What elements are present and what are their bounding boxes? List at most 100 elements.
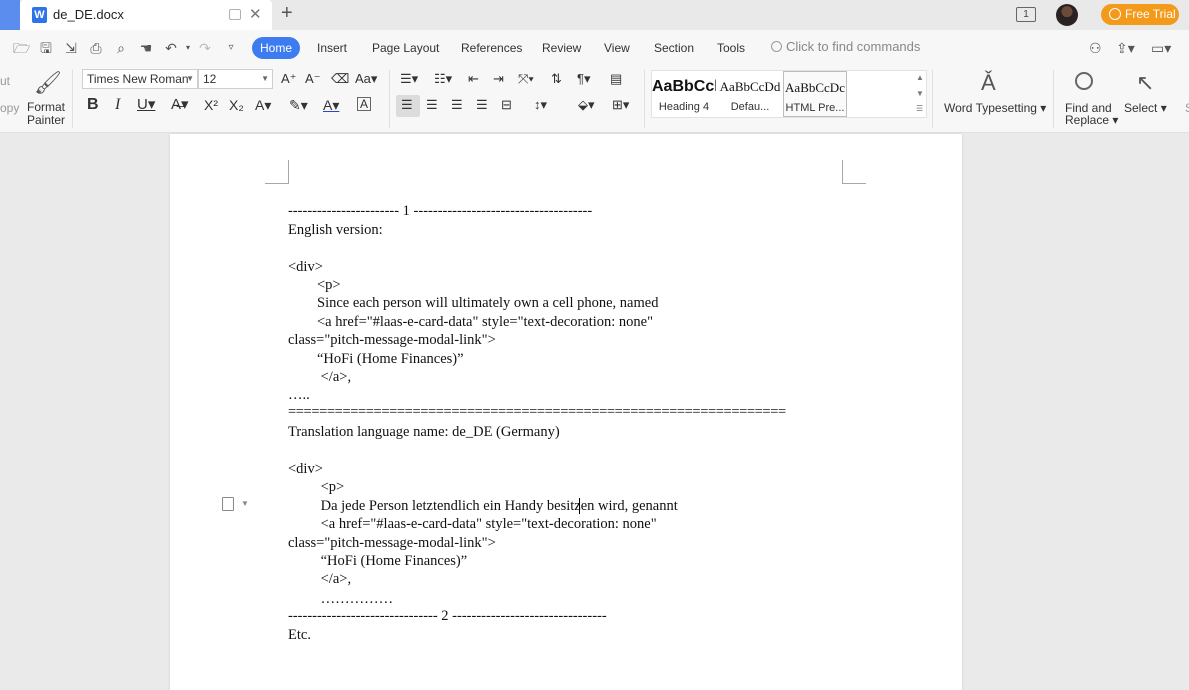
tabs-ruler-icon[interactable]: ▤	[610, 71, 622, 87]
user-avatar[interactable]	[1056, 4, 1078, 26]
decrease-indent-icon[interactable]: ⇤	[468, 71, 479, 87]
sort-icon[interactable]: ⇅	[551, 71, 562, 87]
justify-icon[interactable]: ☰	[476, 97, 488, 113]
share-user-icon[interactable]: ⚇	[1089, 40, 1102, 57]
new-tab-plus-icon[interactable]: +	[281, 2, 293, 25]
italic-icon[interactable]: I	[115, 97, 120, 113]
free-trial-button[interactable]: Free Trial	[1101, 4, 1179, 25]
styles-expand-icon[interactable]: ☰	[916, 104, 923, 113]
undo-icon[interactable]: ↶	[163, 40, 179, 56]
borders-icon[interactable]: ⊞▾	[612, 97, 629, 113]
doc-line[interactable]: Etc.	[288, 626, 311, 644]
doc-line[interactable]: “HoFi (Home Finances)”	[288, 552, 468, 570]
doc-line[interactable]: Translation language name: de_DE (German…	[288, 423, 560, 441]
doc-line[interactable]: ========================================…	[288, 403, 786, 421]
menu-home[interactable]: Home	[252, 37, 300, 59]
doc-line[interactable]: <div>	[288, 460, 323, 478]
align-right-icon[interactable]: ☰	[451, 97, 463, 113]
float-window-icon[interactable]	[229, 9, 241, 20]
cut-label-partial[interactable]: ut	[0, 74, 10, 88]
highlight-icon[interactable]: ✎▾	[289, 97, 308, 113]
doc-line[interactable]: class="pitch-message-modal-link">	[288, 534, 496, 552]
doc-line[interactable]: <p>	[288, 478, 345, 496]
font-name-select[interactable]: Times New Roman ▼	[82, 69, 198, 89]
doc-line[interactable]: class="pitch-message-modal-link">	[288, 331, 496, 349]
doc-line[interactable]: </a>,	[288, 570, 351, 588]
select-pointer-icon[interactable]: ↖	[1136, 70, 1154, 96]
superscript-icon[interactable]: X²	[204, 97, 218, 113]
character-border-icon[interactable]: A	[357, 97, 372, 111]
doc-line[interactable]: <a href="#laas-e-card-data" style="text-…	[288, 515, 657, 533]
more-options-icon[interactable]: ▭▾	[1151, 40, 1171, 57]
menu-insert[interactable]: Insert	[317, 41, 347, 55]
doc-line[interactable]: ----------------------- 1 --------------…	[288, 202, 592, 220]
font-size-select[interactable]: 12 ▼	[198, 69, 273, 89]
chevron-down-icon[interactable]: ▼	[241, 499, 249, 508]
shrink-font-icon[interactable]: A⁻	[305, 71, 321, 87]
close-tab-icon[interactable]: ✕	[249, 5, 262, 23]
select-button[interactable]: Select ▾	[1124, 101, 1167, 115]
app-menu-strip[interactable]	[0, 0, 20, 30]
strikethrough-icon[interactable]: A̶▾	[171, 97, 189, 113]
format-painter-icon[interactable]: 🖌	[34, 70, 62, 96]
styles-scroll-down-icon[interactable]: ▼	[916, 89, 924, 98]
style-default[interactable]: AaBbCcDd Defau...	[718, 71, 782, 117]
clear-format-icon[interactable]: ⌫	[331, 71, 349, 87]
doc-line[interactable]: <p>	[288, 276, 341, 294]
chinese-layout-icon[interactable]: ⤧▾	[518, 71, 534, 87]
style-html-preformatted[interactable]: AaBbCcDc HTML Pre...	[783, 71, 847, 117]
styles-scroll-up-icon[interactable]: ▲	[916, 73, 924, 82]
menu-references[interactable]: References	[461, 41, 522, 55]
doc-line[interactable]: …..	[288, 386, 310, 404]
menu-section[interactable]: Section	[654, 41, 694, 55]
doc-line[interactable]: Since each person will ultimately own a …	[288, 294, 658, 312]
doc-line[interactable]: <a href="#laas-e-card-data" style="text-…	[288, 313, 653, 331]
word-typesetting-icon[interactable]: Ǎ	[981, 70, 996, 96]
show-marks-icon[interactable]: ¶▾	[577, 71, 591, 87]
underline-icon[interactable]: U▾	[137, 97, 155, 113]
increase-indent-icon[interactable]: ⇥	[493, 71, 504, 87]
find-commands-search[interactable]: Click to find commands	[771, 39, 920, 54]
copy-label-partial[interactable]: opy	[0, 101, 19, 115]
bullets-icon[interactable]: ☰▾	[400, 71, 418, 87]
print-preview-icon[interactable]: ⌕	[113, 40, 129, 56]
menu-view[interactable]: View	[604, 41, 630, 55]
undo-dropdown-icon[interactable]: ▾	[180, 40, 196, 56]
grow-font-icon[interactable]: A⁺	[281, 71, 297, 87]
font-color-icon[interactable]: A▾	[323, 97, 339, 113]
doc-line[interactable]: <div>	[288, 258, 323, 276]
menu-tools[interactable]: Tools	[717, 41, 745, 55]
save-icon[interactable]: 🖫	[38, 40, 54, 56]
print-icon[interactable]: ⎙	[88, 40, 104, 56]
doc-line[interactable]: English version:	[288, 221, 383, 239]
doc-line[interactable]: Da jede Person letztendlich ein Handy be…	[288, 497, 678, 515]
bold-icon[interactable]: B	[87, 97, 99, 113]
open-folder-icon[interactable]: 🗁	[13, 40, 30, 56]
numbering-icon[interactable]: ☷▾	[434, 71, 452, 87]
partial-ribbon-item[interactable]: S	[1185, 101, 1189, 115]
window-count-indicator[interactable]: 1	[1016, 7, 1036, 22]
doc-line[interactable]: ……………	[288, 590, 394, 608]
shading-icon[interactable]: ⬙▾	[578, 97, 595, 113]
find-replace-button[interactable]: Replace ▾	[1065, 113, 1118, 127]
format-painter-label-2[interactable]: Painter	[27, 113, 65, 127]
find-replace-icon[interactable]	[1075, 72, 1099, 92]
distributed-icon[interactable]: ⊟	[501, 97, 512, 113]
subscript-icon[interactable]: X₂	[229, 97, 244, 113]
line-spacing-icon[interactable]: ↕▾	[534, 97, 547, 113]
align-center-icon[interactable]: ☰	[426, 97, 438, 113]
menu-page-layout[interactable]: Page Layout	[372, 41, 439, 55]
doc-line[interactable]: “HoFi (Home Finances)”	[288, 350, 464, 368]
change-case-icon[interactable]: Aa▾	[355, 71, 377, 87]
doc-line[interactable]: </a>,	[288, 368, 351, 386]
align-left-icon[interactable]: ☰	[401, 97, 413, 113]
doc-line[interactable]: ------------------------------- 2 ------…	[288, 607, 607, 625]
quick-access-more-icon[interactable]: ▿	[223, 40, 239, 56]
style-heading-4[interactable]: AaBbCcl Heading 4	[652, 71, 716, 117]
export-pdf-icon[interactable]: ⇲	[63, 40, 79, 56]
format-painter-label-1[interactable]: Format	[27, 100, 65, 114]
text-effects-icon[interactable]: A▾	[255, 97, 271, 113]
document-tab[interactable]: W de_DE.docx ✕	[20, 0, 272, 30]
hand-pan-icon[interactable]: ☚	[138, 40, 154, 56]
redo-icon[interactable]: ↷	[197, 40, 213, 56]
